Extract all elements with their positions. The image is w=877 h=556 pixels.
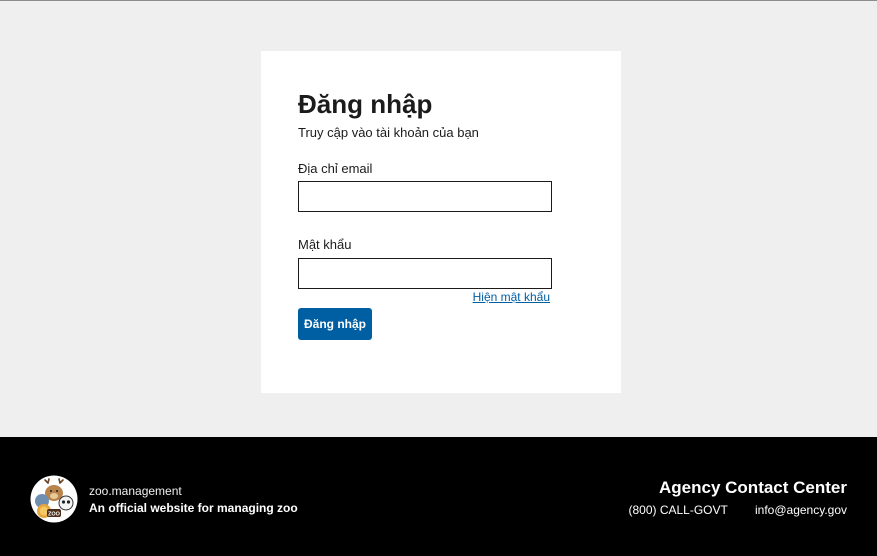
- page-subtitle: Truy cập vào tài khoản của bạn: [298, 125, 479, 140]
- email-field[interactable]: [298, 181, 552, 212]
- main-content: Đăng nhập Truy cập vào tài khoản của bạn…: [0, 1, 877, 437]
- contact-phone[interactable]: (800) CALL-GOVT: [628, 503, 727, 517]
- contact-email[interactable]: info@agency.gov: [755, 503, 847, 517]
- zoo-logo: ZOO: [30, 475, 78, 523]
- site-description: An official website for managing zoo: [89, 501, 298, 515]
- zoo-sign-text: ZOO: [48, 512, 61, 518]
- login-button[interactable]: Đăng nhập: [298, 308, 372, 340]
- page-title: Đăng nhập: [298, 89, 433, 119]
- email-label: Địa chỉ email: [298, 161, 373, 176]
- contact-center-title: Agency Contact Center: [659, 478, 847, 497]
- panda-icon: [58, 495, 74, 511]
- password-label: Mật khẩu: [298, 237, 352, 252]
- login-card: Đăng nhập Truy cập vào tài khoản của bạn…: [261, 51, 621, 393]
- password-field[interactable]: [298, 258, 552, 289]
- contact-info: (800) CALL-GOVT info@agency.gov: [628, 503, 847, 517]
- site-domain: zoo.management: [89, 484, 182, 498]
- site-footer: ZOO zoo.management An official website f…: [0, 437, 877, 556]
- show-password-link[interactable]: Hiện mật khẩu: [464, 290, 550, 304]
